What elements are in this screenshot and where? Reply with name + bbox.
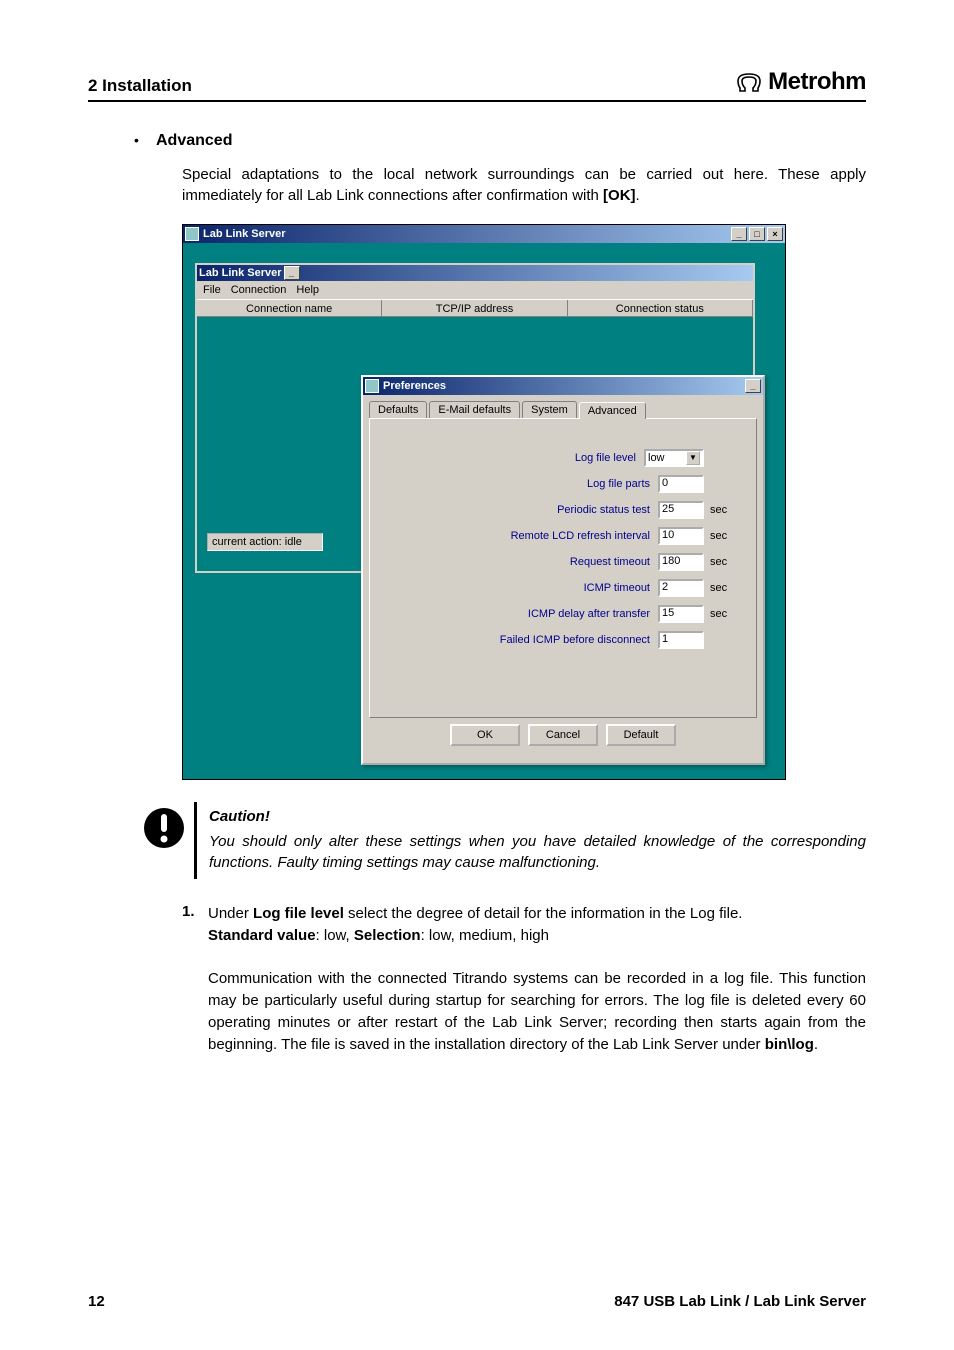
tab-email-defaults[interactable]: E-Mail defaults [429,401,520,418]
select-value: low [648,452,665,464]
unit: sec [704,504,744,516]
input-log-file-parts[interactable]: 0 [658,475,704,493]
screenshot-container: Lab Link Server _ □ × o titrando Lab Lin… [182,224,786,780]
label-log-file-parts: Log file parts [382,478,658,490]
tab-advanced[interactable]: Advanced [579,402,646,419]
close-button[interactable]: × [767,227,783,241]
t: Under [208,905,253,922]
t: select the degree of detail for the info… [344,905,743,922]
menubar: File Connection Help [197,281,753,299]
input-icmp-delay[interactable]: 15 [658,605,704,623]
outer-window-titlebar: Lab Link Server _ □ × [183,225,785,243]
t: Standard value [208,927,316,944]
label-icmp-timeout: ICMP timeout [382,582,658,594]
row-log-file-parts: Log file parts 0 [382,475,744,493]
prefs-titlebar: Preferences _ [363,377,763,395]
inner-window-titlebar: Lab Link Server _ [197,265,753,281]
menu-help[interactable]: Help [296,284,319,296]
intro-tail: . [636,187,640,204]
prefs-tabs: Defaults E-Mail defaults System Advanced [369,401,757,418]
label-periodic-status-test: Periodic status test [382,504,658,516]
ok-button[interactable]: OK [450,724,520,746]
doc-title: 847 USB Lab Link / Lab Link Server [614,1293,866,1310]
chevron-down-icon: ▼ [686,451,700,465]
app-icon [185,227,199,241]
section-title: 2 Installation [88,76,192,96]
unit: sec [704,556,744,568]
row-remote-lcd-refresh: Remote LCD refresh interval 10 sec [382,527,744,545]
menu-file[interactable]: File [203,284,221,296]
maximize-button[interactable]: □ [749,227,765,241]
row-request-timeout: Request timeout 180 sec [382,553,744,571]
intro-text: Special adaptations to the local network… [182,166,866,204]
t: . [814,1036,818,1053]
dialog-buttons: OK Cancel Default [363,724,763,746]
brand-logo: Metrohm [736,68,866,96]
t: Log file level [253,905,344,922]
label-log-file-level: Log file level [382,452,644,464]
page-number: 12 [88,1293,105,1310]
minimize-button[interactable]: _ [731,227,747,241]
minimize-button[interactable]: _ [745,379,761,393]
label-request-timeout: Request timeout [382,556,658,568]
label-failed-icmp: Failed ICMP before disconnect [382,634,658,646]
status-bar: current action: idle [207,533,323,551]
column-headers: Connection name TCP/IP address Connectio… [197,299,753,317]
page-header: 2 Installation Metrohm [88,68,866,102]
step-body: Under Log file level select the degree o… [208,903,866,1055]
bullet-dot: • [134,132,156,148]
input-failed-icmp[interactable]: 1 [658,631,704,649]
app-icon [365,379,379,393]
step-1: 1. Under Log file level select the degre… [182,903,866,1055]
preferences-dialog: Preferences _ Defaults E-Mail defaults S… [361,375,765,765]
outer-window-title: Lab Link Server [203,228,286,240]
t: : low, medium, high [421,927,549,944]
tab-system[interactable]: System [522,401,577,418]
bullet-label: Advanced [156,132,232,150]
select-log-file-level[interactable]: low ▼ [644,449,704,467]
caution-title: Caution! [209,808,866,825]
watermark: titrando [171,554,375,725]
t: bin\log [765,1036,814,1053]
input-remote-lcd-refresh[interactable]: 10 [658,527,704,545]
default-button[interactable]: Default [606,724,676,746]
label-remote-lcd-refresh: Remote LCD refresh interval [382,530,658,542]
row-periodic-status-test: Periodic status test 25 sec [382,501,744,519]
caution-block: Caution! You should only alter these set… [134,802,866,879]
row-log-file-level: Log file level low ▼ [382,449,744,467]
prefs-title: Preferences [383,380,446,392]
t: : low, [316,927,354,944]
label-icmp-delay: ICMP delay after transfer [382,608,658,620]
page-footer: 12 847 USB Lab Link / Lab Link Server [88,1293,866,1310]
input-icmp-timeout[interactable]: 2 [658,579,704,597]
col-connection-status[interactable]: Connection status [568,300,753,316]
col-tcpip-address[interactable]: TCP/IP address [382,300,567,316]
menu-connection[interactable]: Connection [231,284,287,296]
intro-paragraph: Special adaptations to the local network… [182,164,866,206]
unit: sec [704,582,744,594]
caution-text: You should only alter these settings whe… [209,831,866,873]
caution-icon [134,802,194,879]
unit: sec [704,608,744,620]
inner-window-title: Lab Link Server [199,267,282,279]
bullet-advanced: • Advanced [134,132,866,150]
step-number: 1. [182,903,208,1055]
cancel-button[interactable]: Cancel [528,724,598,746]
t: Selection [354,927,421,944]
intro-ok: [OK] [603,187,636,204]
input-request-timeout[interactable]: 180 [658,553,704,571]
row-icmp-delay: ICMP delay after transfer 15 sec [382,605,744,623]
caution-box: Caution! You should only alter these set… [194,802,866,879]
input-periodic-status-test[interactable]: 25 [658,501,704,519]
minimize-button[interactable]: _ [284,266,300,280]
brand-text: Metrohm [768,68,866,96]
tab-defaults[interactable]: Defaults [369,401,427,418]
row-icmp-timeout: ICMP timeout 2 sec [382,579,744,597]
col-connection-name[interactable]: Connection name [197,300,382,316]
unit: sec [704,530,744,542]
row-failed-icmp: Failed ICMP before disconnect 1 [382,631,744,649]
omega-icon [736,71,762,93]
prefs-panel: Log file level low ▼ Log file parts 0 [369,418,757,718]
